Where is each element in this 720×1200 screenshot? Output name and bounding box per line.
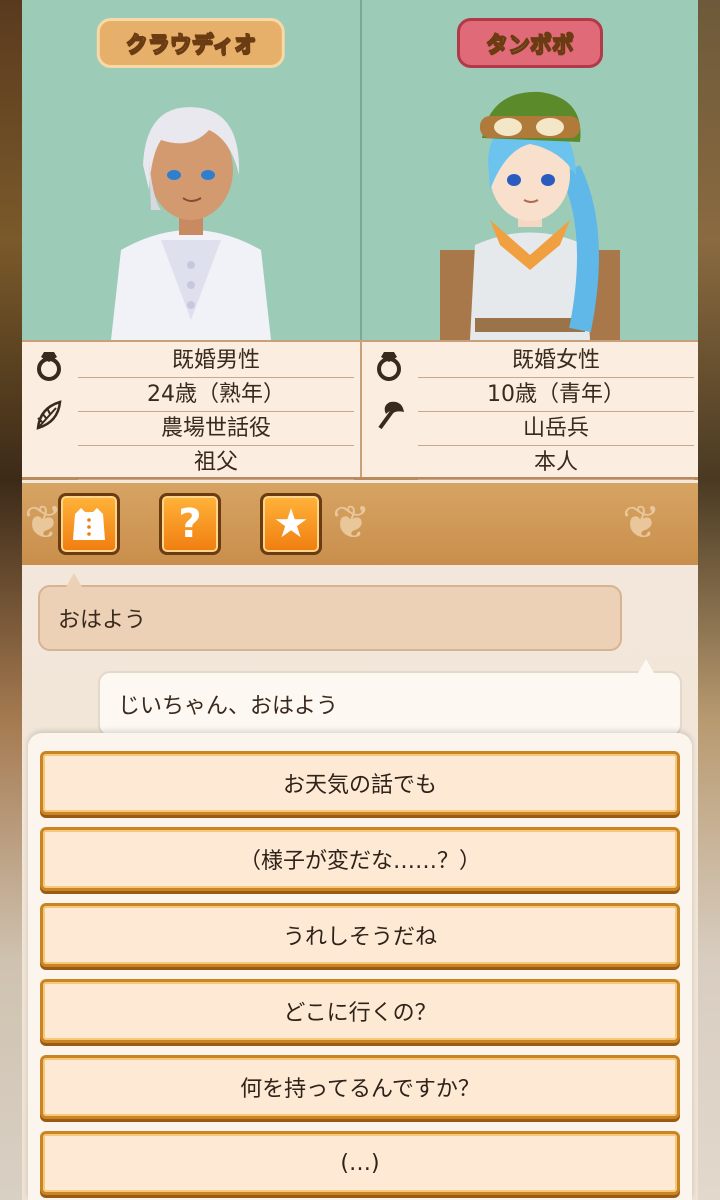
choice-label: どこに行くの？ <box>283 1001 437 1026</box>
character-avatar-right <box>440 91 620 340</box>
choice-option-suspicious[interactable]: （様子が変だな……？） <box>40 827 680 891</box>
choice-option-holding[interactable]: 何を持ってるんですか？ <box>40 1055 680 1119</box>
dialogue-text-npc: おはよう <box>58 608 147 633</box>
portrait-right: タンポポ <box>360 0 698 340</box>
dialogue-bubble-player: じいちゃん、おはよう <box>98 659 682 737</box>
choice-option-silence[interactable]: (…) <box>40 1131 680 1195</box>
character-info-panel: 既婚男性 24歳（熟年） 農場世話役 祖父 既婚女性 10歳（青年） 山岳兵 本… <box>22 340 698 480</box>
favorite-button[interactable]: ★ <box>260 493 322 555</box>
ring-icon <box>37 352 61 381</box>
dialogue-text-player: じいちゃん、おはよう <box>118 694 339 719</box>
question-icon: ? <box>178 501 202 547</box>
info-marital-right: 既婚女性 <box>418 344 694 378</box>
ornament-right: ❦ <box>622 495 661 549</box>
portraits-area: クラウディオ タンポポ <box>22 0 698 340</box>
ornament-left: ❦ <box>24 495 63 549</box>
choice-label: (…) <box>340 1150 380 1176</box>
leaf-icon <box>36 400 62 430</box>
dialogue-bubble-npc: おはよう <box>38 573 622 651</box>
info-relation-left: 祖父 <box>78 446 354 480</box>
info-right: 既婚女性 10歳（青年） 山岳兵 本人 <box>360 342 698 480</box>
info-job-left: 農場世話役 <box>78 412 354 446</box>
choice-label: 何を持ってるんですか？ <box>240 1077 480 1102</box>
character-name-left: クラウディオ <box>96 18 286 68</box>
info-age-left: 24歳（熟年） <box>78 378 354 412</box>
choice-option-happy[interactable]: うれしそうだね <box>40 903 680 967</box>
axe-icon <box>378 401 404 430</box>
choice-label: お天気の話でも <box>282 773 437 798</box>
info-relation-right: 本人 <box>418 446 694 480</box>
help-button[interactable]: ? <box>159 493 221 555</box>
background-scene-left <box>0 0 22 1200</box>
info-left: 既婚男性 24歳（熟年） 農場世話役 祖父 <box>22 342 360 480</box>
choice-option-weather[interactable]: お天気の話でも <box>40 751 680 815</box>
star-icon: ★ <box>273 501 309 547</box>
ring-icon <box>377 352 401 381</box>
background-scene-right <box>698 0 720 1200</box>
portrait-left: クラウディオ <box>22 0 360 340</box>
info-job-right: 山岳兵 <box>418 412 694 446</box>
action-toolbar: ❦ ❦ ❦ ? ★ <box>22 483 698 565</box>
clothes-icon <box>73 508 105 540</box>
choice-option-where[interactable]: どこに行くの？ <box>40 979 680 1043</box>
choice-label: （様子が変だな……？） <box>238 849 481 874</box>
choice-label: うれしそうだね <box>282 925 437 950</box>
ornament-middle: ❦ <box>332 495 371 549</box>
character-panel: クラウディオ タンポポ 既婚男性 24歳（熟年） 農場世話役 祖父 既婚女性 1… <box>22 0 698 1200</box>
choice-menu: お天気の話でも （様子が変だな……？） うれしそうだね どこに行くの？ 何を持っ… <box>28 733 692 1200</box>
info-age-right: 10歳（青年） <box>418 378 694 412</box>
outfit-button[interactable] <box>58 493 120 555</box>
character-name-right: タンポポ <box>456 18 604 68</box>
info-marital-left: 既婚男性 <box>78 344 354 378</box>
character-avatar-left <box>111 107 271 340</box>
